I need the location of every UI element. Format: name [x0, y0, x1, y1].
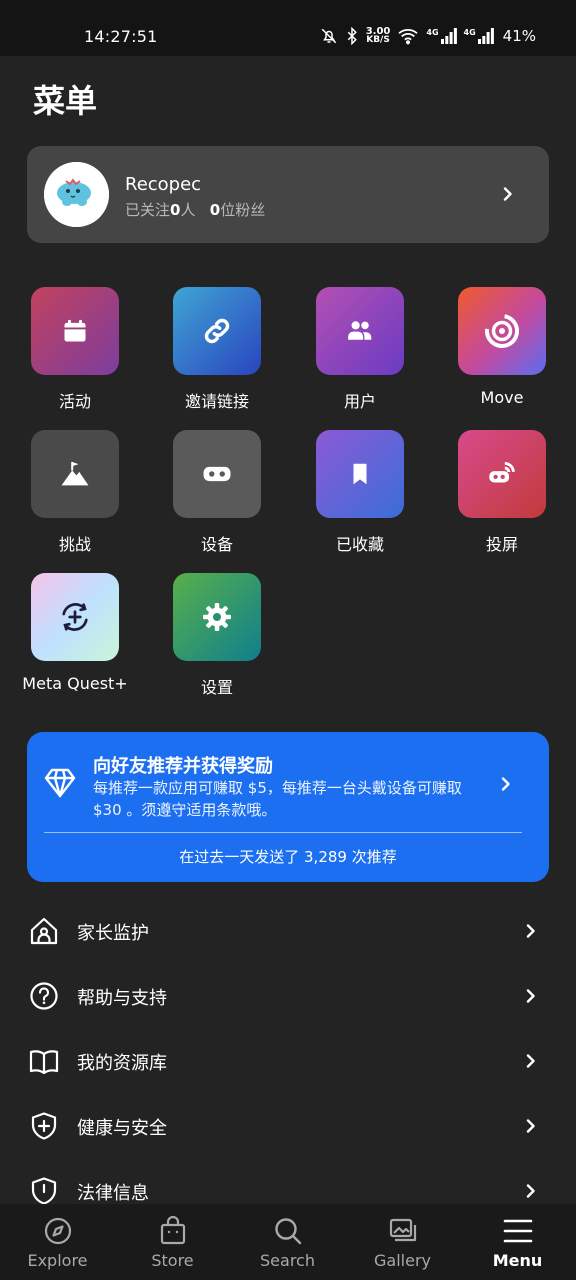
nav-gallery[interactable]: Gallery [345, 1204, 460, 1280]
chevron-right-icon [526, 989, 535, 1003]
nav-label: Explore [27, 1251, 88, 1270]
net-speed-unit: KB/S [366, 35, 390, 45]
tile-label-users: 用户 [343, 392, 376, 411]
tile-events[interactable] [31, 287, 119, 375]
tile-label-move: Move [480, 388, 524, 407]
mountain-flag-icon [61, 461, 89, 486]
signal-1-label: 4G [426, 27, 439, 37]
referral-card[interactable]: 向好友推荐并获得奖励 每推荐一款应用可赚取 $5，每推荐一台头戴设备可赚取 $3… [27, 732, 549, 882]
chevron-right-icon [526, 1119, 535, 1133]
tile-challenges[interactable] [31, 430, 119, 518]
following-prefix: 已关注 [125, 201, 171, 219]
network-speed: 3.00 KB/S [366, 27, 391, 45]
status-icons: 3.00 KB/S 4G 4G 41% [320, 24, 536, 48]
gallery-icon [389, 1218, 417, 1242]
tile-label-saved: 已收藏 [335, 535, 384, 554]
legal-doc-icon [31, 1177, 57, 1205]
hamburger-menu-icon [503, 1219, 533, 1243]
avatar [44, 162, 109, 227]
chevron-right-icon [501, 777, 510, 791]
tile-label-invite-link: 邀请链接 [184, 392, 249, 411]
shield-plus-icon [31, 1112, 57, 1140]
signal-bars-icon [440, 28, 457, 44]
nav-store[interactable]: Store [115, 1204, 230, 1280]
menu-item-library[interactable]: 我的资源库 [0, 1031, 576, 1091]
tile-meta-quest-plus[interactable] [31, 573, 119, 661]
tile-label-devices: 设备 [200, 535, 233, 554]
nav-label: Store [151, 1251, 194, 1270]
tile-label-meta-quest-plus: Meta Quest+ [22, 674, 128, 693]
wifi-icon [397, 27, 419, 45]
meta-quest-plus-icon [62, 603, 88, 631]
following-suffix: 人 [180, 201, 196, 219]
people-icon [348, 321, 372, 340]
following-count: 0 [170, 201, 181, 219]
nav-menu[interactable]: Menu [460, 1204, 575, 1280]
signal-2-label: 4G [463, 27, 476, 37]
nav-label: Gallery [374, 1251, 431, 1270]
referral-description: 每推荐一款应用可赚取 $5，每推荐一台头戴设备可赚取 $30 。须遵守适用条款哦… [93, 779, 462, 819]
battery-level: 41% [502, 27, 536, 45]
chevron-right-icon [526, 924, 535, 938]
nav-search[interactable]: Search [230, 1204, 345, 1280]
link-icon [204, 318, 230, 344]
search-icon [275, 1218, 302, 1245]
tile-label-events: 活动 [58, 392, 91, 411]
chevron-right-icon [503, 187, 512, 201]
vr-headset-icon [203, 466, 231, 482]
referral-divider [44, 832, 522, 833]
store-bag-icon [160, 1216, 186, 1245]
menu-label: 我的资源库 [77, 1053, 167, 1074]
referral-title: 向好友推荐并获得奖励 [93, 756, 273, 777]
status-bar: 14:27:51 3.00 KB/S 4G 4G 41% [0, 0, 576, 56]
profile-name: Recopec [125, 174, 202, 195]
tile-saved[interactable] [316, 430, 404, 518]
page-title: 菜单 [33, 82, 98, 120]
menu-label: 家长监护 [77, 923, 149, 944]
compass-icon [44, 1217, 72, 1245]
referral-footer: 在过去一天发送了 3,289 次推荐 [179, 848, 397, 866]
profile-card[interactable]: Recopec 已关注0人 0位粉丝 [27, 146, 549, 243]
tile-devices[interactable] [173, 430, 261, 518]
bluetooth-icon [345, 27, 359, 45]
tile-users[interactable] [316, 287, 404, 375]
tile-invite-link[interactable] [173, 287, 261, 375]
cast-headset-icon [489, 461, 515, 483]
tile-label-cast: 投屏 [485, 535, 518, 554]
chevron-right-icon [526, 1184, 535, 1198]
profile-stats: 已关注0人 0位粉丝 [125, 199, 265, 220]
followers-suffix: 位粉丝 [220, 201, 266, 219]
bookmark-icon [353, 463, 367, 485]
library-book-icon [29, 1050, 59, 1075]
menu-label: 帮助与支持 [77, 988, 167, 1009]
menu-item-health-safety[interactable]: 健康与安全 [0, 1096, 576, 1156]
move-ring-icon [485, 314, 519, 348]
tile-settings[interactable] [173, 573, 261, 661]
menu-item-parental-supervision[interactable]: 家长监护 [0, 901, 576, 961]
menu-item-help-support[interactable]: 帮助与支持 [0, 966, 576, 1026]
diamond-icon [44, 768, 76, 798]
calendar-icon [64, 319, 86, 342]
tile-move[interactable] [458, 287, 546, 375]
bottom-nav: Explore Store Search Gallery Menu [0, 1204, 576, 1280]
parental-home-icon [30, 917, 58, 945]
chevron-right-icon [526, 1054, 535, 1068]
gear-icon [203, 603, 231, 631]
signal-bars-icon [477, 28, 494, 44]
menu-label: 法律信息 [77, 1183, 149, 1204]
nav-label: Search [260, 1251, 315, 1270]
tile-cast[interactable] [458, 430, 546, 518]
tile-label-challenges: 挑战 [58, 535, 91, 554]
nav-explore[interactable]: Explore [0, 1204, 115, 1280]
followers-count: 0 [209, 201, 221, 219]
mute-notifications-icon [320, 27, 338, 45]
status-time: 14:27:51 [84, 27, 158, 46]
help-circle-icon [30, 982, 58, 1010]
nav-label: Menu [492, 1251, 543, 1270]
tile-label-settings: 设置 [200, 678, 233, 697]
menu-label: 健康与安全 [77, 1118, 167, 1139]
